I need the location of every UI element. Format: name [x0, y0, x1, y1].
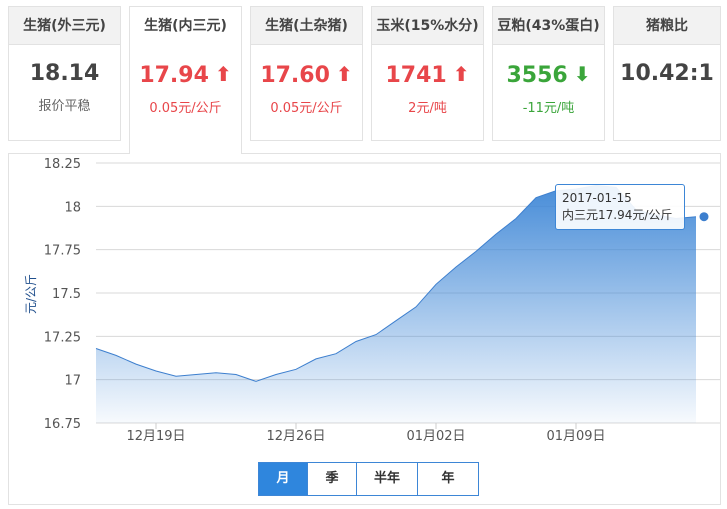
arrow-up-icon: ⬆ [335, 62, 353, 86]
x-tick-label: 01月09日 [546, 429, 605, 444]
y-axis-label: 元/公斤 [24, 274, 38, 314]
card-sub: 2元/吨 [408, 101, 447, 116]
card-pig-grain-ratio[interactable]: 猪粮比 10.42:1 [613, 6, 721, 141]
arrow-up-icon: ⬆ [214, 62, 232, 86]
card-value: 17.60 ⬆ [251, 59, 362, 91]
price-chart: 18.25 18 17.75 17.5 17.25 17 16.75 12月19日 12月26… [8, 153, 721, 505]
card-title: 生猪(外三元) [9, 7, 120, 45]
card-tuzazhu[interactable]: 生猪(土杂猪) 17.60 ⬆ 0.05元/公斤 [250, 6, 363, 141]
card-sub: 报价平稳 [38, 99, 91, 114]
y-tick-label: 17.5 [52, 287, 81, 302]
card-waisanyuan[interactable]: 生猪(外三元) 18.14 报价平稳 [8, 6, 121, 141]
card-sub: 0.05元/公斤 [149, 101, 222, 116]
range-tab-year[interactable]: 年 [417, 462, 479, 496]
card-title: 玉米(15%水分) [372, 7, 483, 45]
hover-point[interactable] [698, 211, 710, 223]
card-value: 18.14 [29, 61, 100, 86]
y-tick-label: 16.75 [44, 417, 81, 432]
y-tick-label: 18 [64, 200, 81, 215]
x-tick-label: 12月19日 [126, 429, 185, 444]
card-title: 猪粮比 [614, 7, 720, 45]
tooltip-date: 2017-01-15 [562, 191, 632, 205]
tooltip-value: 内三元17.94元/公斤 [562, 208, 673, 222]
range-tab-quarter[interactable]: 季 [307, 462, 357, 496]
range-tabs: 月 季 半年 年 [258, 462, 479, 496]
card-title: 豆粕(43%蛋白) [493, 7, 604, 45]
tooltip: 2017-01-15 内三元17.94元/公斤 [555, 184, 685, 230]
y-tick-label: 17 [64, 374, 81, 389]
card-corn[interactable]: 玉米(15%水分) 1741 ⬆ 2元/吨 [371, 6, 484, 141]
arrow-up-icon: ⬆ [452, 62, 470, 86]
range-tab-month[interactable]: 月 [258, 462, 308, 496]
card-soymeal[interactable]: 豆粕(43%蛋白) 3556 ⬇ -11元/吨 [492, 6, 605, 141]
y-tick-label: 17.75 [44, 244, 81, 259]
card-sub: 0.05元/公斤 [270, 101, 343, 116]
price-cards: 生猪(外三元) 18.14 报价平稳 生猪(内三元) 17.94 ⬆ 0.05元/… [8, 6, 721, 154]
card-value: 10.42:1 [620, 61, 714, 86]
card-value: 3556 ⬇ [493, 59, 604, 91]
card-value: 1741 ⬆ [372, 59, 483, 91]
card-value: 17.94 ⬆ [130, 59, 241, 91]
y-tick-label: 17.25 [44, 330, 81, 345]
arrow-down-icon: ⬇ [573, 62, 591, 86]
card-title: 生猪(土杂猪) [251, 7, 362, 45]
y-tick-label: 18.25 [44, 157, 81, 172]
x-tick-label: 01月02日 [406, 429, 465, 444]
card-neisanyuan[interactable]: 生猪(内三元) 17.94 ⬆ 0.05元/公斤 [129, 6, 242, 154]
card-title: 生猪(内三元) [130, 7, 241, 45]
card-sub: -11元/吨 [522, 101, 575, 116]
range-tab-halfyear[interactable]: 半年 [356, 462, 418, 496]
x-tick-label: 12月26日 [266, 429, 325, 444]
